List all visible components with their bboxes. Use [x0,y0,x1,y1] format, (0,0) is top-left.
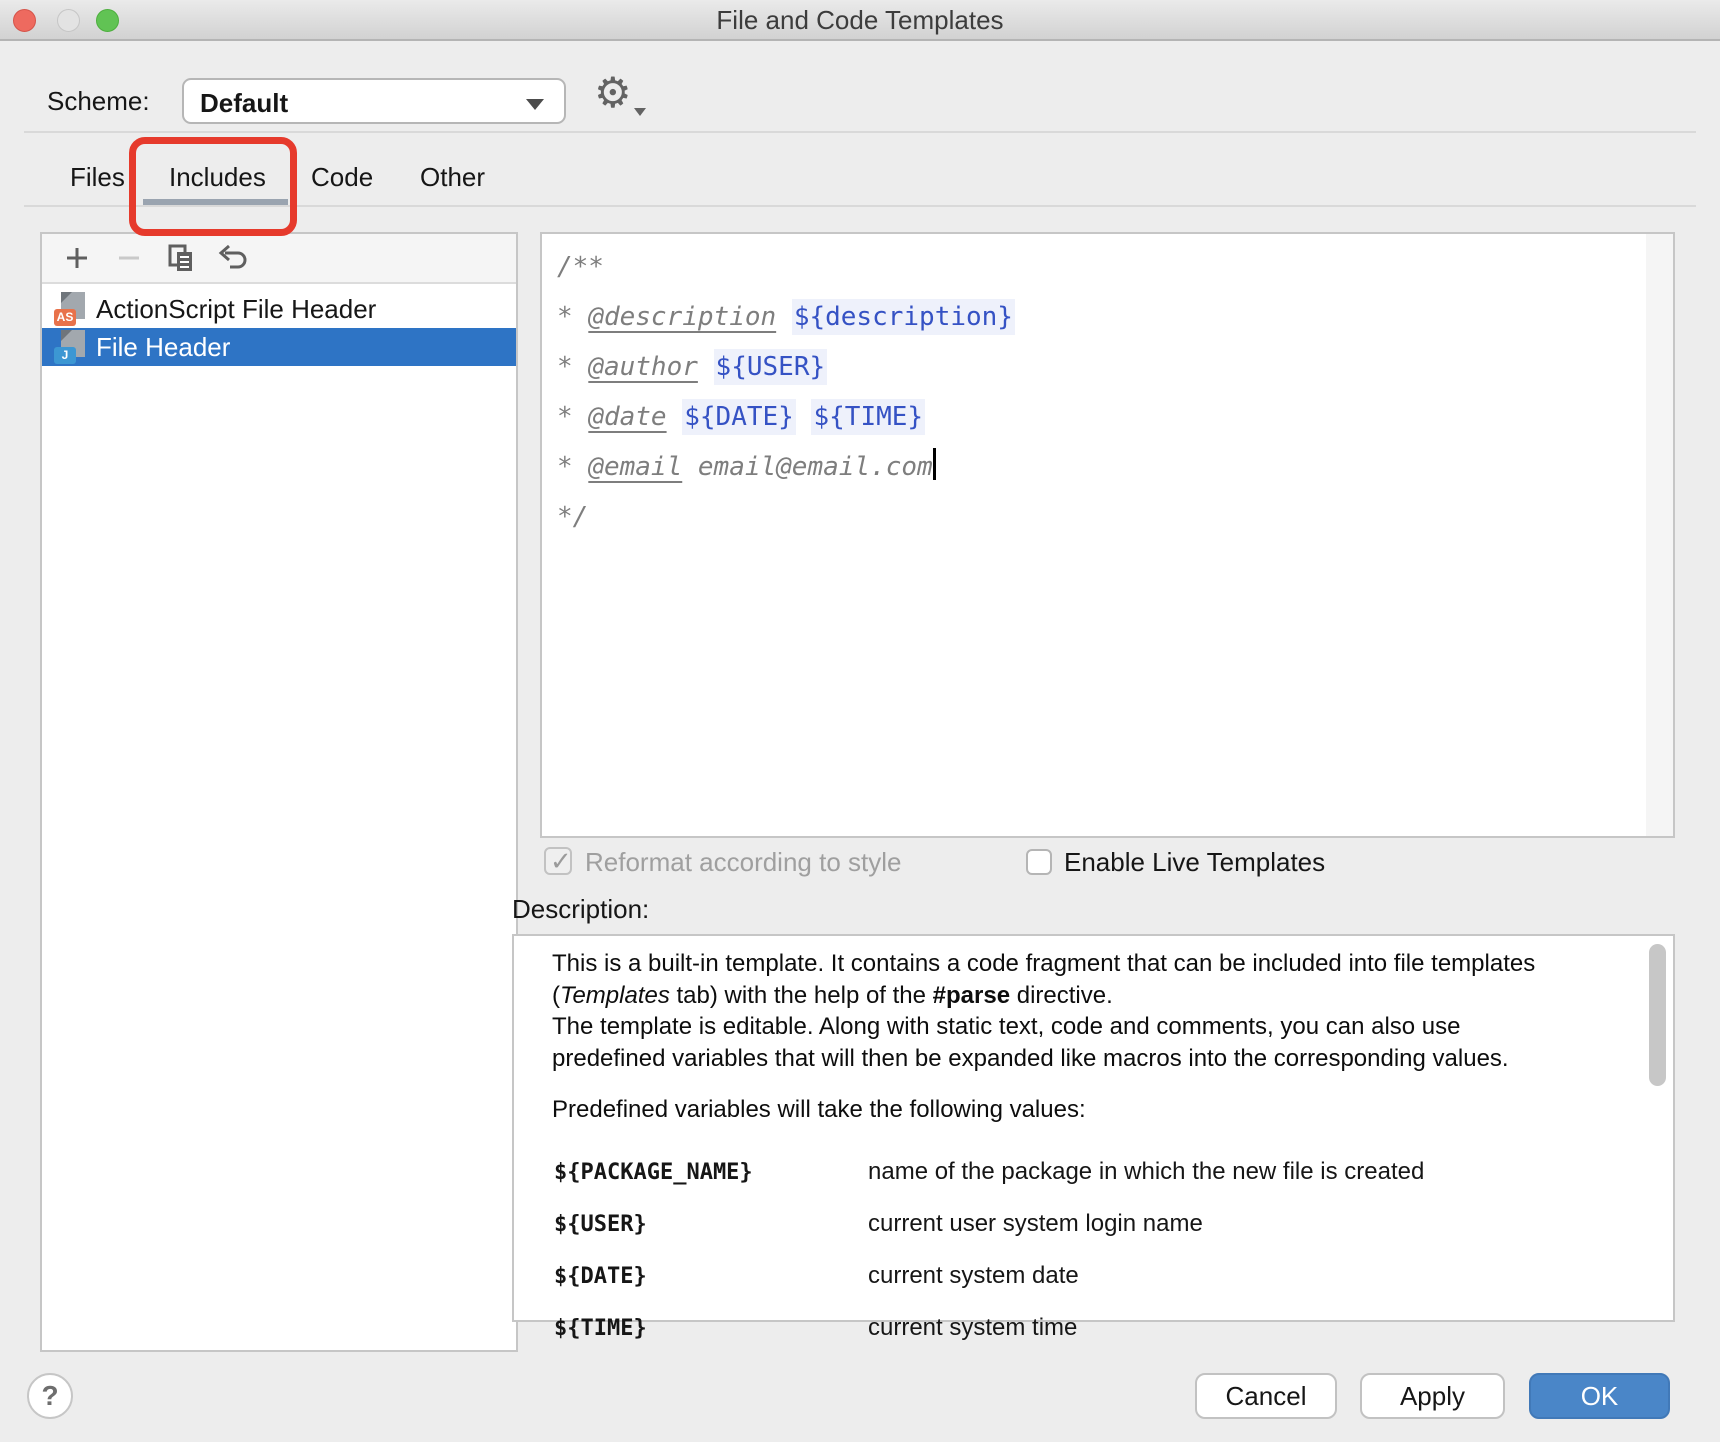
description-line: Predefined variables will take the follo… [552,1094,1625,1126]
text-cursor [933,448,936,480]
description-segment: The template is editable. Along with sta… [552,1013,1461,1040]
list-item[interactable]: AS ActionScript File Header [42,290,516,328]
description-line: This is a built-in template. It contains… [552,948,1625,980]
variable-description: current system date [868,1262,1079,1290]
variable-row: ${PACKAGE_NAME}name of the package in wh… [554,1158,1625,1186]
help-button[interactable]: ? [27,1373,73,1419]
scheme-dropdown[interactable]: Default [182,78,566,124]
list-item-label: File Header [96,332,230,363]
description-label: Description: [512,894,649,925]
variable-name: ${PACKAGE_NAME} [554,1160,868,1185]
variable-description: current system time [868,1314,1077,1342]
code-segment [667,402,683,432]
code-segment: ${TIME} [811,399,925,435]
code-segment: ${USER} [714,349,828,385]
description-line: (Templates tab) with the help of the #pa… [552,980,1625,1012]
list-toolbar [42,234,516,284]
description-segment: predefined variables that will then be e… [552,1045,1509,1072]
code-segment: @description [588,302,776,332]
code-line: * @author ${USER} [557,342,1643,392]
variable-row: ${TIME}current system time [554,1314,1625,1342]
file-template-icon: J [54,330,86,364]
description-segment: ( [552,982,560,1009]
separator-above-tabs [24,131,1696,133]
copy-template-button[interactable] [164,241,198,275]
ok-button[interactable]: OK [1529,1373,1670,1419]
tab-other[interactable]: Other [420,162,485,193]
red-annotation-box [129,137,297,236]
code-segment: ${description} [792,299,1015,335]
description-segment: directive. [1010,982,1113,1009]
tab-files[interactable]: Files [70,162,125,193]
tab-code[interactable]: Code [311,162,373,193]
gear-dropdown-caret-icon [634,108,646,116]
revert-template-button[interactable] [216,241,250,275]
window-title: File and Code Templates [0,0,1720,41]
variable-name: ${DATE} [554,1264,868,1289]
variable-row: ${DATE}current system date [554,1262,1625,1290]
code-segment [698,352,714,382]
apply-button[interactable]: Apply [1360,1373,1505,1419]
gear-icon[interactable]: ⚙ [594,72,632,114]
reformat-checkbox-label: Reformat according to style [585,847,901,878]
enable-live-templates-label: Enable Live Templates [1064,847,1325,878]
description-segment: #parse [933,982,1010,1009]
code-segment: @date [588,402,666,432]
variable-name: ${TIME} [554,1316,868,1341]
description-box: This is a built-in template. It contains… [512,934,1675,1322]
template-code[interactable]: /*** @description ${description}* @autho… [557,242,1643,542]
description-text: This is a built-in template. It contains… [552,948,1625,1126]
code-segment [796,402,812,432]
remove-template-button[interactable] [112,241,146,275]
code-line: * @description ${description} [557,292,1643,342]
scheme-label: Scheme: [47,86,150,117]
code-segment: @author [588,352,698,382]
description-segment: Predefined variables will take the follo… [552,1096,1086,1123]
description-segment: This is a built-in template. It contains… [552,950,1535,977]
scheme-dropdown-value: Default [200,88,288,119]
template-editor[interactable]: /*** @description ${description}* @autho… [540,232,1675,838]
code-segment: */ [557,502,588,532]
code-line: * @email email@email.com [557,442,1643,492]
code-segment: ${DATE} [682,399,796,435]
template-list-panel: AS ActionScript File Header J File Header [40,232,518,1352]
variable-description: current user system login name [868,1210,1203,1238]
code-line: /** [557,242,1643,292]
code-line: * @date ${DATE} ${TIME} [557,392,1643,442]
description-line: The template is editable. Along with sta… [552,1011,1625,1043]
checkmark-icon: ✓ [550,846,572,877]
code-segment: @email [588,452,682,482]
template-list: AS ActionScript File Header J File Header [42,290,516,366]
variable-description: name of the package in which the new fil… [868,1158,1424,1186]
code-segment: * [557,452,588,482]
description-segment: tab) with the help of the [670,982,933,1009]
code-segment: * [557,302,588,332]
description-segment: Templates [560,982,670,1009]
code-segment: email@email.com [682,452,932,482]
add-template-button[interactable] [60,241,94,275]
code-line: */ [557,492,1643,542]
chevron-down-icon [526,99,544,110]
reformat-checkbox: ✓ [544,847,572,875]
editor-scrollbar-track[interactable] [1646,234,1673,836]
predefined-variables-table: ${PACKAGE_NAME}name of the package in wh… [554,1134,1625,1342]
code-segment: * [557,352,588,382]
file-template-icon: AS [54,292,86,326]
editor-options-row: ✓ Reformat according to style Enable Liv… [0,847,1720,881]
description-scrollbar-thumb[interactable] [1649,944,1666,1086]
description-line: predefined variables that will then be e… [552,1043,1625,1075]
code-segment: /** [557,252,604,282]
variable-row: ${USER}current user system login name [554,1210,1625,1238]
code-segment [776,302,792,332]
variable-name: ${USER} [554,1212,868,1237]
cancel-button[interactable]: Cancel [1195,1373,1337,1419]
code-segment: * [557,402,588,432]
title-bar: File and Code Templates [0,0,1720,41]
enable-live-templates-checkbox[interactable] [1026,849,1052,875]
list-item[interactable]: J File Header [42,328,516,366]
list-item-label: ActionScript File Header [96,294,376,325]
